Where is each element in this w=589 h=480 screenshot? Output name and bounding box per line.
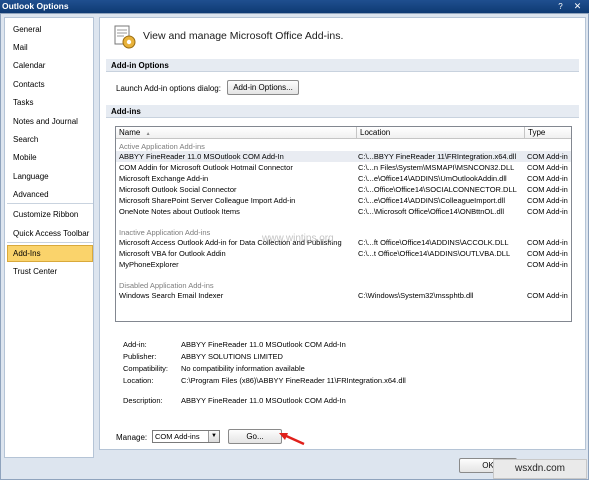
addin-name: Microsoft Exchange Add-in xyxy=(119,174,209,183)
nav-item-calendar[interactable]: Calendar xyxy=(7,57,93,74)
addin-type: COM Add-in xyxy=(527,291,568,300)
manage-select-value: COM Add-ins xyxy=(155,432,200,441)
content-panel: View and manage Microsoft Office Add-ins… xyxy=(99,17,586,450)
section-addin-options: Add-in Options xyxy=(106,59,579,72)
addin-location: C:\...BBYY FineReader 11\FRIntegration.x… xyxy=(358,152,517,161)
addin-location: C:\...n Files\System\MSMAPI\MSNCON32.DLL xyxy=(358,163,515,172)
addin-type: COM Add-in xyxy=(527,174,568,183)
addin-row[interactable]: ABBYY FineReader 11.0 MSOutlook COM Add-… xyxy=(116,151,571,162)
addins-list[interactable]: Name ▲ Location Type Active Application … xyxy=(115,126,572,322)
detail-location-label: Location: xyxy=(123,376,154,385)
addin-options-button[interactable]: Add-in Options... xyxy=(227,80,299,95)
nav-item-search[interactable]: Search xyxy=(7,131,93,148)
addin-location: C:\...e\Office14\ADDINS\UmOutlookAddin.d… xyxy=(358,174,507,183)
watermark: www.wintips.org xyxy=(262,233,334,244)
addin-name: OneNote Notes about Outlook Items xyxy=(119,207,240,216)
sort-ascending-icon: ▲ xyxy=(145,131,151,137)
nav-item-mobile[interactable]: Mobile xyxy=(7,149,93,166)
nav-panel: General Mail Calendar Contacts Tasks Not… xyxy=(4,17,94,458)
group-header-inactive: Inactive Application Add-ins xyxy=(119,228,211,237)
addin-row[interactable]: COM Addin for Microsoft Outlook Hotmail … xyxy=(116,162,571,173)
addin-name: Microsoft SharePoint Server Colleague Im… xyxy=(119,196,296,205)
help-button[interactable]: ? xyxy=(554,1,567,12)
addin-type: COM Add-in xyxy=(527,249,568,258)
addin-location: C:\...Office\Office14\SOCIALCONNECTOR.DL… xyxy=(358,185,517,194)
column-header-type[interactable]: Type xyxy=(525,127,571,139)
addin-type: COM Add-in xyxy=(527,152,568,161)
manage-label: Manage: xyxy=(116,433,148,442)
nav-item-tasks[interactable]: Tasks xyxy=(7,94,93,111)
chevron-down-icon[interactable]: ▼ xyxy=(208,431,219,442)
nav-item-contacts[interactable]: Contacts xyxy=(7,76,93,93)
addin-row[interactable]: Microsoft Access Outlook Add-in for Data… xyxy=(116,237,571,248)
addin-row[interactable]: MyPhoneExplorer COM Add-in xyxy=(116,259,571,270)
addin-name: Microsoft VBA for Outlook Addin xyxy=(119,249,226,258)
nav-item-notes-journal[interactable]: Notes and Journal xyxy=(7,113,93,130)
nav-separator xyxy=(7,203,93,204)
launch-addin-options-label: Launch Add-in options dialog: xyxy=(116,84,221,93)
nav-item-add-ins[interactable]: Add-Ins xyxy=(7,245,93,262)
addins-icon xyxy=(114,25,136,49)
page-title: View and manage Microsoft Office Add-ins… xyxy=(143,30,344,42)
group-header-active: Active Application Add-ins xyxy=(119,142,205,151)
manage-select[interactable]: COM Add-ins ▼ xyxy=(152,430,220,443)
detail-addin-label: Add-in: xyxy=(123,340,147,349)
detail-description-value: ABBYY FineReader 11.0 MSOutlook COM Add-… xyxy=(181,396,346,405)
addin-name: ABBYY FineReader 11.0 MSOutlook COM Add-… xyxy=(119,152,284,161)
detail-publisher-label: Publisher: xyxy=(123,352,157,361)
addin-type: COM Add-in xyxy=(527,163,568,172)
detail-addin-value: ABBYY FineReader 11.0 MSOutlook COM Add-… xyxy=(181,340,346,349)
detail-compat-label: Compatibility: xyxy=(123,364,169,373)
addin-name: Windows Search Email Indexer xyxy=(119,291,224,300)
addin-location: C:\Windows\System32\mssphtb.dll xyxy=(358,291,474,300)
group-header-disabled: Disabled Application Add-ins xyxy=(119,281,214,290)
column-header-location[interactable]: Location xyxy=(357,127,525,139)
addin-type: COM Add-in xyxy=(527,185,568,194)
addin-row[interactable]: OneNote Notes about Outlook Items C:\...… xyxy=(116,206,571,217)
addin-name: COM Addin for Microsoft Outlook Hotmail … xyxy=(119,163,293,172)
addin-name: MyPhoneExplorer xyxy=(119,260,179,269)
addin-row[interactable]: Microsoft SharePoint Server Colleague Im… xyxy=(116,195,571,206)
go-button[interactable]: Go... xyxy=(228,429,282,444)
addin-type: COM Add-in xyxy=(527,196,568,205)
addin-type: COM Add-in xyxy=(527,238,568,247)
nav-item-advanced[interactable]: Advanced xyxy=(7,186,93,203)
section-add-ins: Add-ins xyxy=(106,105,579,118)
detail-location-value: C:\Program Files (x86)\ABBYY FineReader … xyxy=(181,376,406,385)
nav-item-mail[interactable]: Mail xyxy=(7,39,93,56)
detail-description-label: Description: xyxy=(123,396,163,405)
nav-item-trust-center[interactable]: Trust Center xyxy=(7,263,93,280)
nav-item-general[interactable]: General xyxy=(7,21,93,38)
nav-item-language[interactable]: Language xyxy=(7,168,93,185)
nav-separator xyxy=(7,242,93,243)
addin-row[interactable]: Microsoft VBA for Outlook Addin C:\...t … xyxy=(116,248,571,259)
addin-location: C:\...t Office\Office14\ADDINS\OUTLVBA.D… xyxy=(358,249,511,258)
addin-type: COM Add-in xyxy=(527,207,568,216)
addin-row[interactable]: Microsoft Exchange Add-in C:\...e\Office… xyxy=(116,173,571,184)
addin-type: COM Add-in xyxy=(527,260,568,269)
site-logo: wsxdn.com xyxy=(493,459,587,479)
window-title: Outlook Options xyxy=(2,1,69,11)
detail-publisher-value: ABBYY SOLUTIONS LIMITED xyxy=(181,352,283,361)
title-bar: Outlook Options ? ✕ xyxy=(0,0,589,13)
addin-location: C:\...ft Office\Office14\ADDINS\ACCOLK.D… xyxy=(358,238,509,247)
column-name-label: Name xyxy=(119,128,141,137)
nav-item-customize-ribbon[interactable]: Customize Ribbon xyxy=(7,206,93,223)
addin-row[interactable]: Windows Search Email Indexer C:\Windows\… xyxy=(116,290,571,301)
addin-name: Microsoft Outlook Social Connector xyxy=(119,185,237,194)
column-header-name[interactable]: Name ▲ xyxy=(116,127,357,139)
detail-compat-value: No compatibility information available xyxy=(181,364,305,373)
arrow-annotation-icon xyxy=(279,433,305,446)
addin-row[interactable]: Microsoft Outlook Social Connector C:\..… xyxy=(116,184,571,195)
close-button[interactable]: ✕ xyxy=(569,1,586,12)
nav-item-quick-access-toolbar[interactable]: Quick Access Toolbar xyxy=(7,225,93,242)
addin-location: C:\...e\Office14\ADDINS\ColleagueImport.… xyxy=(358,196,506,205)
addin-location: C:\...\Microsoft Office\Office14\ONBttnO… xyxy=(358,207,505,216)
